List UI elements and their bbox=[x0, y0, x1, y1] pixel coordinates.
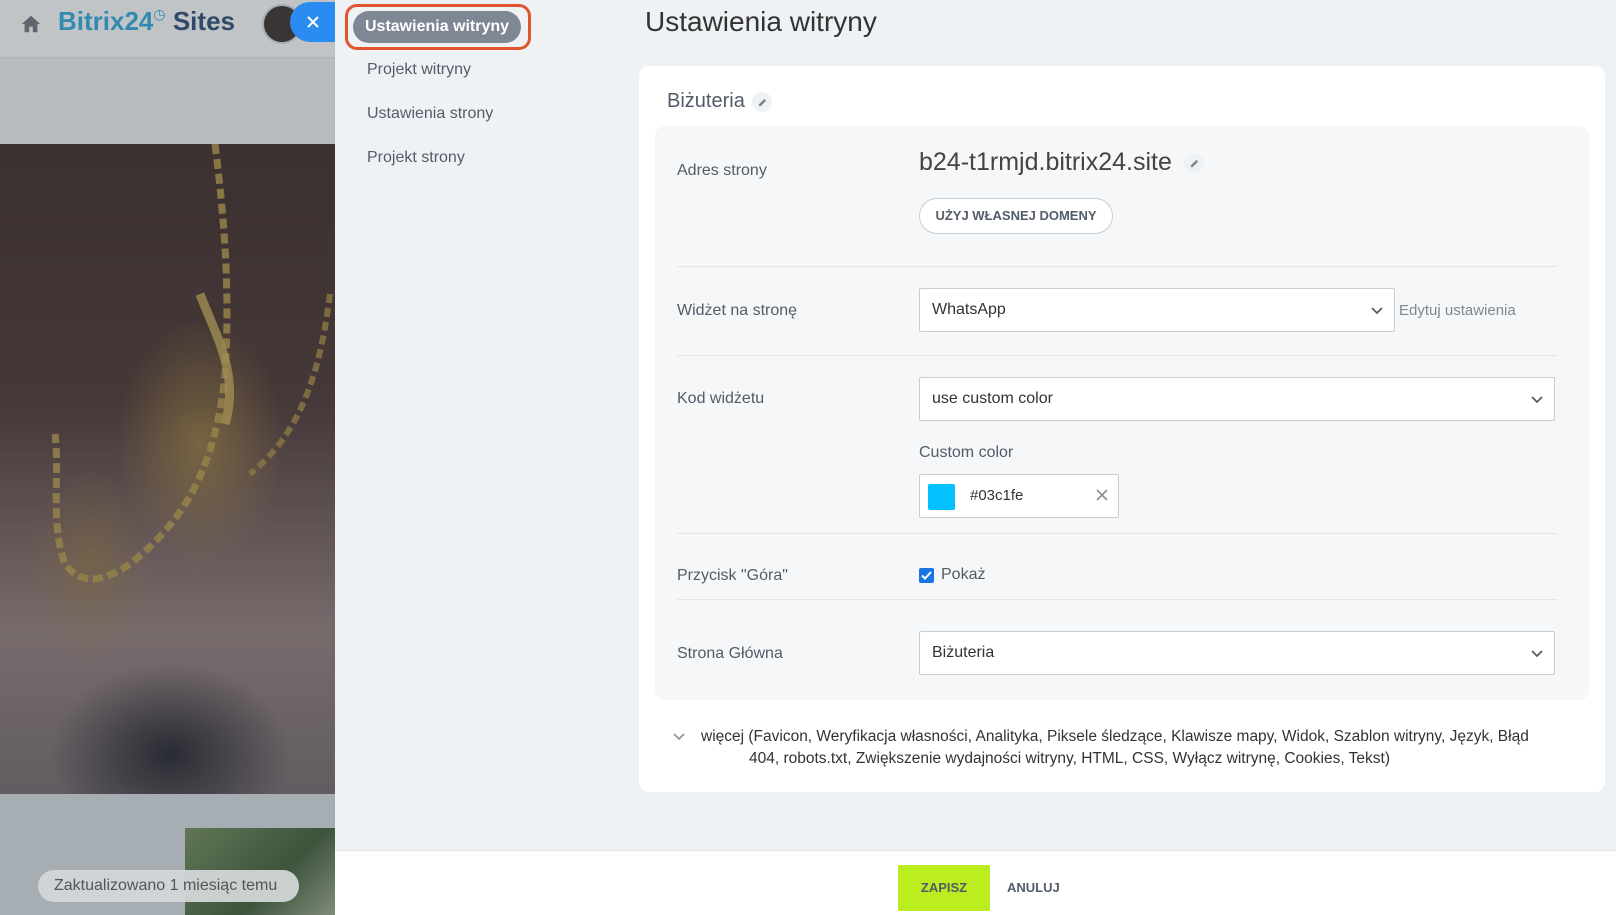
top-button-label: Przycisk "Góra" bbox=[677, 567, 788, 584]
settings-form: Adres strony b24-t1rmjd.bitrix24.site UŻ… bbox=[655, 126, 1589, 700]
divider bbox=[677, 266, 1557, 267]
settings-slider: Ustawienia witryny Projekt witryny Ustaw… bbox=[335, 0, 1616, 915]
save-button[interactable]: ZAPISZ bbox=[898, 865, 990, 911]
use-own-domain-button[interactable]: UŻYJ WŁASNEJ DOMENY bbox=[919, 198, 1113, 234]
chevron-down-icon bbox=[1531, 650, 1543, 658]
edit-domain-pencil-icon[interactable] bbox=[1184, 153, 1204, 173]
home-page-select-value: Biżuteria bbox=[932, 644, 995, 661]
widget-select-value: WhatsApp bbox=[932, 301, 1006, 318]
sidebar-item-page-design[interactable]: Projekt strony bbox=[367, 149, 465, 167]
overlay-dim bbox=[0, 0, 335, 915]
divider bbox=[677, 533, 1557, 534]
sidebar-item-site-settings[interactable]: Ustawienia witryny bbox=[353, 11, 522, 43]
widget-label: Widżet na stronę bbox=[677, 302, 798, 319]
more-settings-link[interactable]: więcej (Favicon, Weryfikacja własności, … bbox=[701, 726, 1531, 770]
chevron-down-icon bbox=[1531, 396, 1543, 404]
sidebar-item-site-design[interactable]: Projekt witryny bbox=[367, 61, 471, 79]
divider bbox=[677, 355, 1557, 356]
sidebar-item-page-settings[interactable]: Ustawienia strony bbox=[367, 105, 493, 123]
page-title: Ustawienia witryny bbox=[645, 6, 877, 37]
close-slider-button[interactable] bbox=[290, 2, 336, 42]
checkmark-icon bbox=[921, 571, 932, 580]
show-top-button-checkbox[interactable] bbox=[919, 568, 934, 583]
settings-sidebar: Ustawienia witryny Projekt witryny Ustaw… bbox=[335, 0, 615, 850]
widget-code-select[interactable]: use custom color bbox=[919, 377, 1555, 421]
cancel-button[interactable]: ANULUJ bbox=[1007, 865, 1060, 911]
custom-color-label: Custom color bbox=[919, 444, 1014, 461]
custom-color-field[interactable]: #03c1fe bbox=[919, 474, 1119, 518]
address-label: Adres strony bbox=[677, 162, 767, 179]
background-app: Bitrix24◷ Sites Zaktualizowano 1 miesiąc… bbox=[0, 0, 335, 915]
settings-card: Biżuteria Adres strony b24-t1rmjd.bitrix… bbox=[639, 66, 1605, 792]
site-name-title: Biżuteria bbox=[667, 90, 772, 113]
updated-badge: Zaktualizowano 1 miesiąc temu bbox=[38, 870, 300, 902]
color-swatch[interactable] bbox=[928, 484, 955, 510]
divider bbox=[677, 599, 1557, 600]
clear-icon[interactable] bbox=[1094, 487, 1110, 503]
edit-widget-settings-link[interactable]: Edytuj ustawienia bbox=[1399, 302, 1516, 319]
chevron-down-icon bbox=[1371, 307, 1383, 315]
edit-site-name-pencil-icon[interactable] bbox=[752, 92, 772, 112]
chevron-down-icon[interactable] bbox=[671, 728, 687, 744]
custom-color-value: #03c1fe bbox=[970, 487, 1024, 504]
home-page-select[interactable]: Biżuteria bbox=[919, 631, 1555, 675]
widget-code-select-value: use custom color bbox=[932, 390, 1053, 407]
site-name-text: Biżuteria bbox=[667, 90, 745, 112]
widget-code-label: Kod widżetu bbox=[677, 390, 765, 407]
footer-bar: ZAPISZ ANULUJ bbox=[335, 850, 1616, 915]
close-icon bbox=[307, 16, 319, 28]
show-top-button-label[interactable]: Pokaż bbox=[941, 566, 985, 584]
widget-select[interactable]: WhatsApp bbox=[919, 288, 1395, 332]
site-domain: b24-t1rmjd.bitrix24.site bbox=[919, 148, 1172, 176]
home-page-label: Strona Główna bbox=[677, 645, 783, 662]
